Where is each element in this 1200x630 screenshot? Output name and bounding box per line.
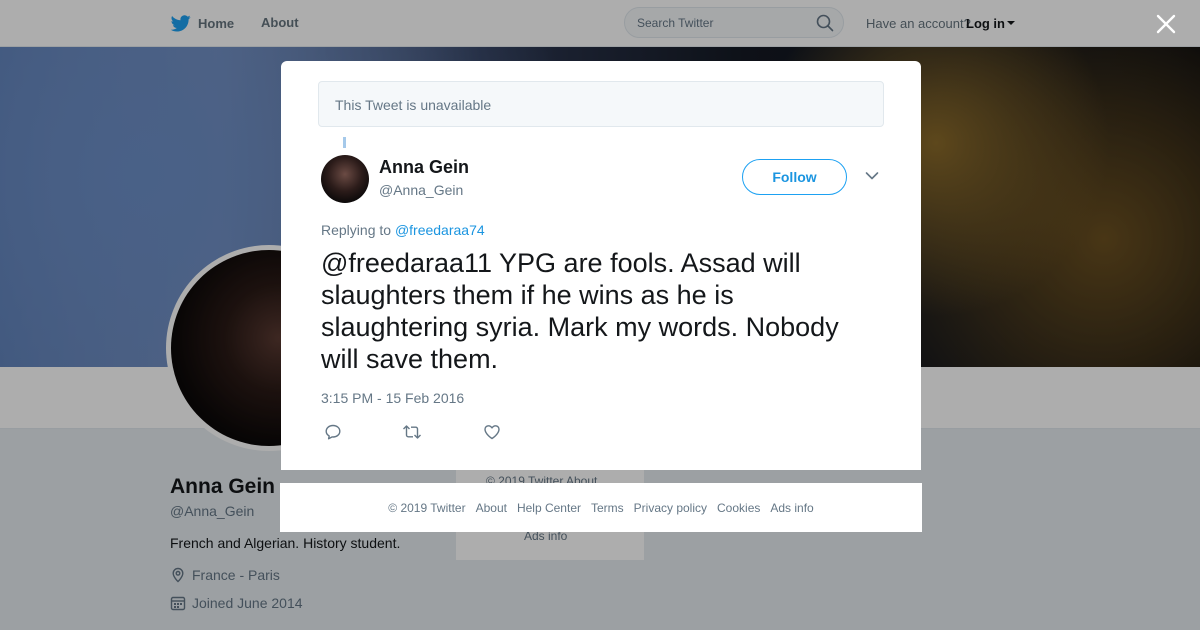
footer-link-cookies[interactable]: Cookies [717, 501, 760, 515]
replying-to-mention[interactable]: @freedaraa74 [395, 222, 485, 238]
tweet-author-name[interactable]: Anna Gein [379, 157, 469, 178]
close-icon[interactable] [1155, 13, 1177, 35]
chevron-down-icon[interactable] [865, 171, 879, 181]
heart-icon[interactable] [483, 423, 501, 441]
retweet-icon[interactable] [402, 423, 422, 441]
footer-link-terms[interactable]: Terms [591, 501, 624, 515]
unavailable-tweet-notice: This Tweet is unavailable [318, 81, 884, 127]
tweet-timestamp[interactable]: 3:15 PM - 15 Feb 2016 [321, 390, 464, 406]
tweet-author-handle[interactable]: @Anna_Gein [379, 182, 463, 198]
replying-to: Replying to @freedaraa74 [321, 222, 485, 238]
footer-link-help-center[interactable]: Help Center [517, 501, 581, 515]
footer-copyright: © 2019 Twitter [388, 500, 466, 515]
thread-connector-line [343, 137, 346, 148]
tweet-text: @freedaraa11 YPG are fools. Assad will s… [321, 248, 839, 374]
footer-link-privacy-policy[interactable]: Privacy policy [634, 501, 707, 515]
footer-link-ads-info[interactable]: Ads info [770, 501, 813, 515]
reply-icon[interactable] [324, 423, 342, 441]
follow-button[interactable]: Follow [742, 159, 847, 195]
avatar[interactable] [321, 155, 369, 203]
footer-link-about[interactable]: About [476, 501, 507, 515]
replying-to-prefix: Replying to [321, 222, 392, 238]
tweet-modal: This Tweet is unavailable Anna Gein @Ann… [281, 61, 921, 470]
footer-links: © 2019 Twitter About Help Center Terms P… [280, 483, 922, 532]
